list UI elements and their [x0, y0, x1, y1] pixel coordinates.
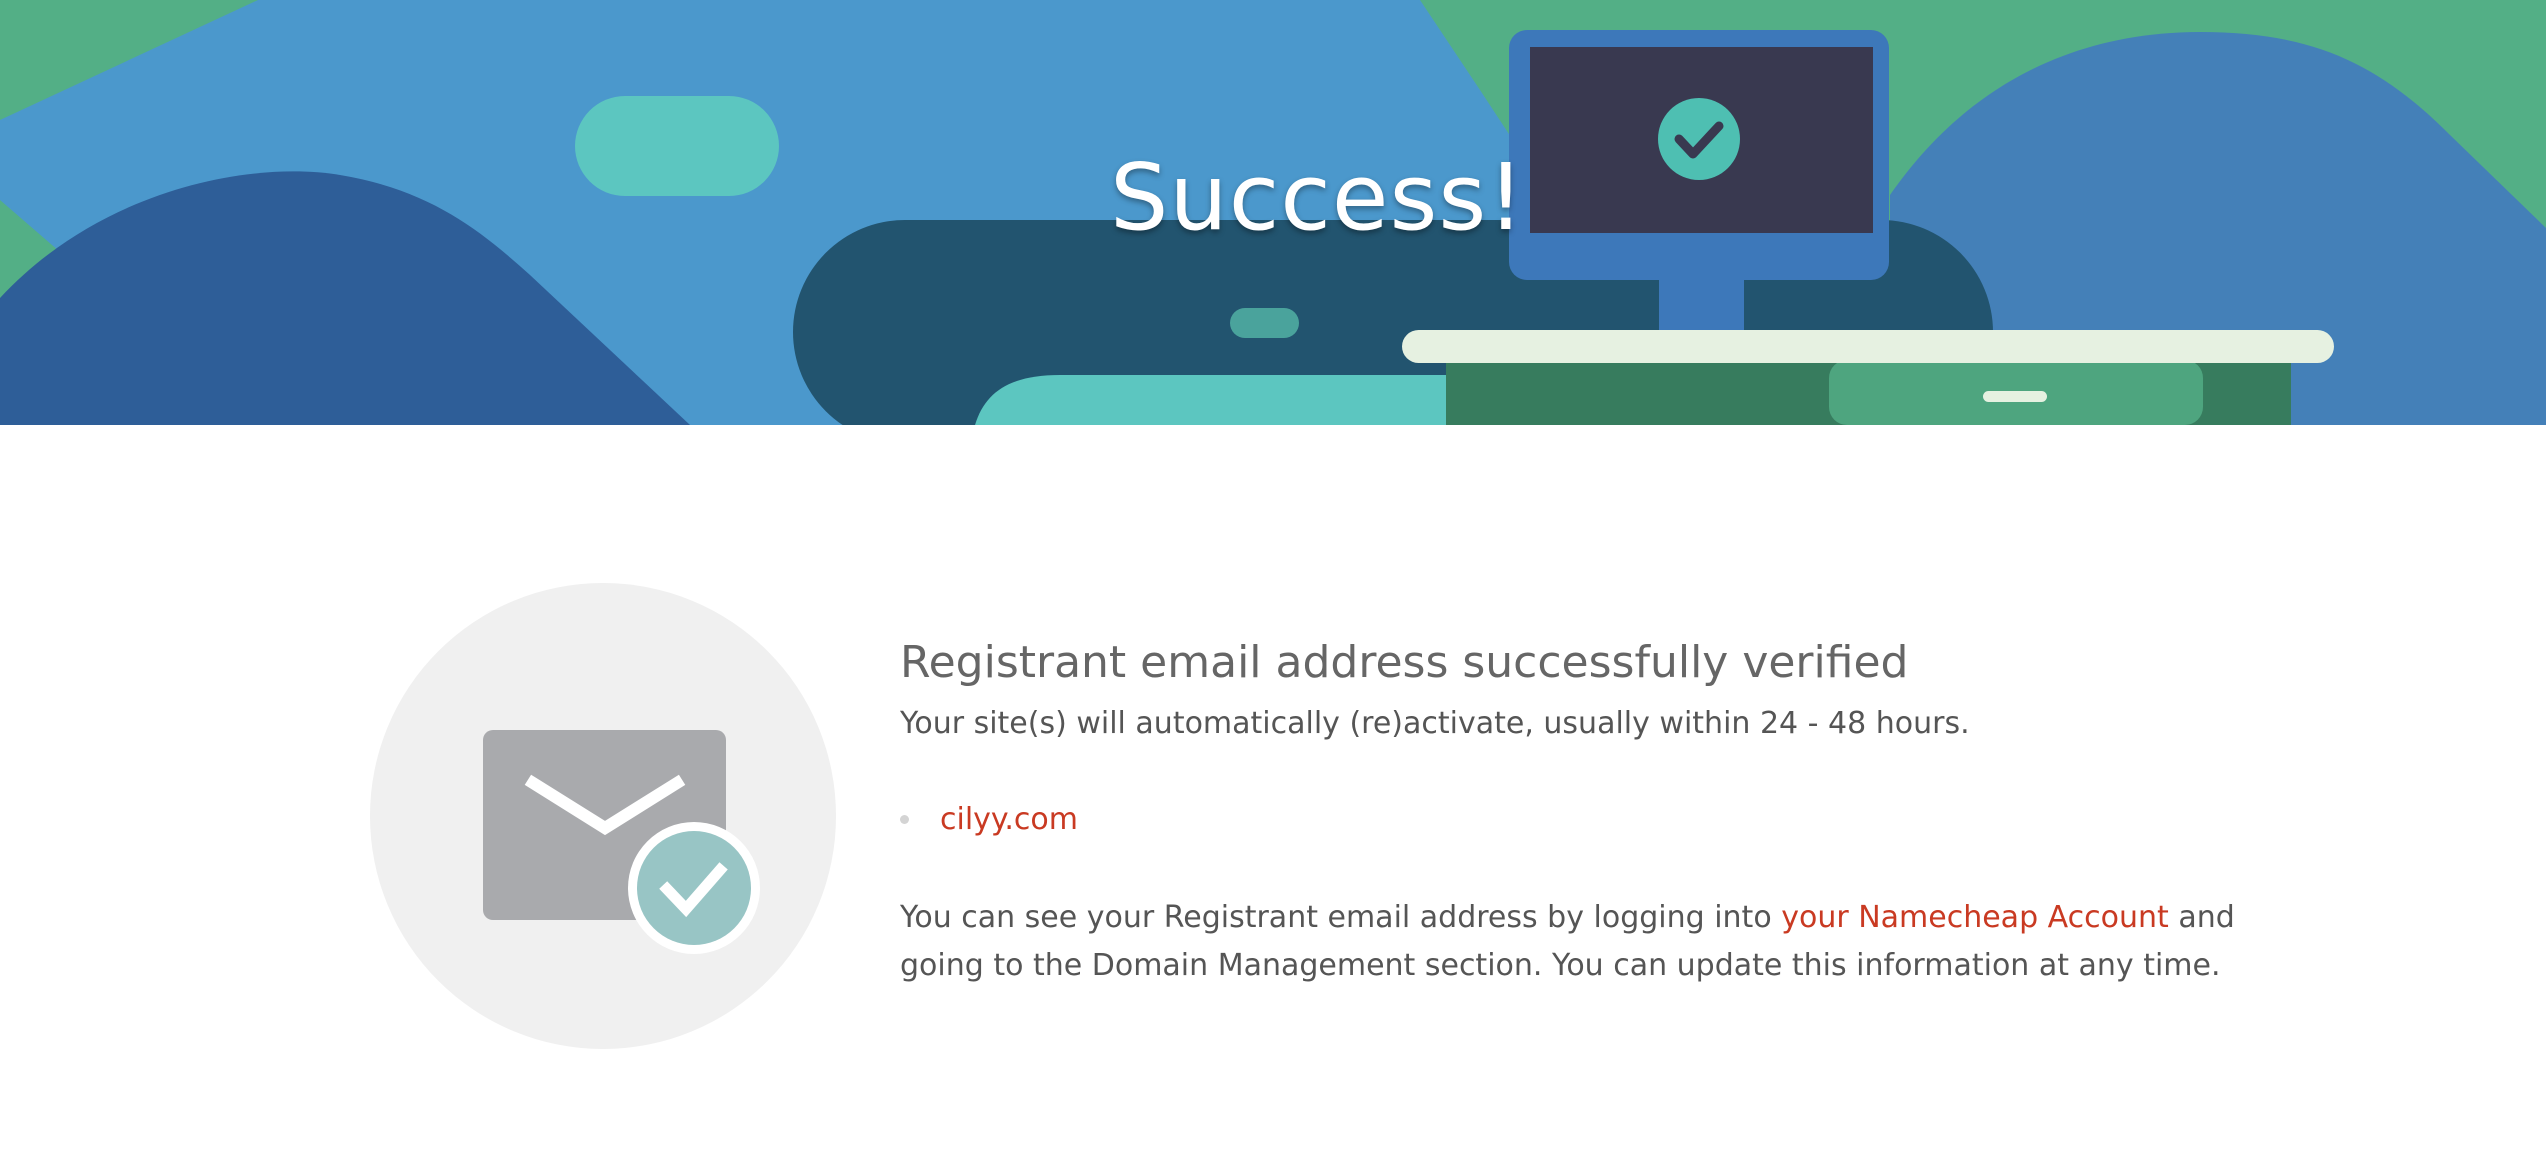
domain-link[interactable]: cilyy.com: [940, 802, 1078, 837]
message-subtext: Your site(s) will automatically (re)acti…: [900, 706, 1970, 741]
info-text-start: You can see your Registrant email addres…: [900, 900, 1782, 935]
account-info-text: You can see your Registrant email addres…: [900, 894, 2320, 990]
hero-title: Success!: [1110, 144, 1526, 251]
message-heading: Registrant email address successfully ve…: [900, 637, 1909, 688]
page: Success! Registrant email address succes…: [0, 0, 2546, 1150]
list-item: cilyy.com: [900, 799, 2320, 839]
namecheap-account-link[interactable]: your Namecheap Account: [1781, 900, 2169, 935]
bullet-icon: [900, 814, 909, 824]
verification-message: Registrant email address successfully ve…: [900, 622, 2320, 990]
check-badge-icon: [628, 822, 760, 954]
domain-list: cilyy.com: [900, 799, 2320, 839]
check-icon: [1658, 98, 1740, 180]
hero-banner: Success!: [0, 0, 2546, 425]
email-verified-illustration: [370, 583, 836, 1049]
